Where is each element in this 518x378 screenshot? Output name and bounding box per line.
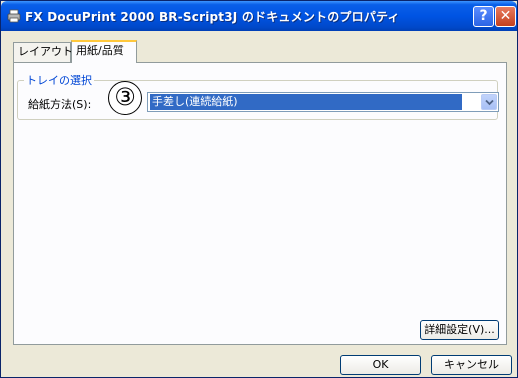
chevron-down-icon[interactable] — [481, 94, 497, 110]
printer-icon — [7, 9, 21, 23]
tray-selection-legend: トレイの選択 — [24, 72, 94, 88]
ok-button[interactable]: OK — [340, 355, 421, 375]
document-properties-dialog: FX DocuPrint 2000 BR-Script3J のドキュメントのプロ… — [0, 0, 518, 378]
paper-source-value: 手差し(連続給紙) — [150, 94, 462, 110]
title-bar[interactable]: FX DocuPrint 2000 BR-Script3J のドキュメントのプロ… — [1, 1, 517, 31]
tab-layout[interactable]: レイアウト — [13, 42, 73, 62]
callout-marker: ③ — [108, 81, 142, 115]
tab-paper-quality[interactable]: 用紙/品質 — [71, 40, 137, 63]
paper-source-select[interactable]: 手差し(連続給紙) — [147, 92, 499, 112]
window-title: FX DocuPrint 2000 BR-Script3J のドキュメントのプロ… — [25, 10, 400, 24]
close-button[interactable]: ✕ — [495, 6, 516, 27]
advanced-button[interactable]: 詳細設定(V)... — [420, 320, 499, 340]
paper-source-label: 給紙方法(S): — [28, 98, 92, 111]
cancel-button[interactable]: キャンセル — [431, 355, 512, 375]
help-button[interactable]: ? — [473, 6, 494, 27]
